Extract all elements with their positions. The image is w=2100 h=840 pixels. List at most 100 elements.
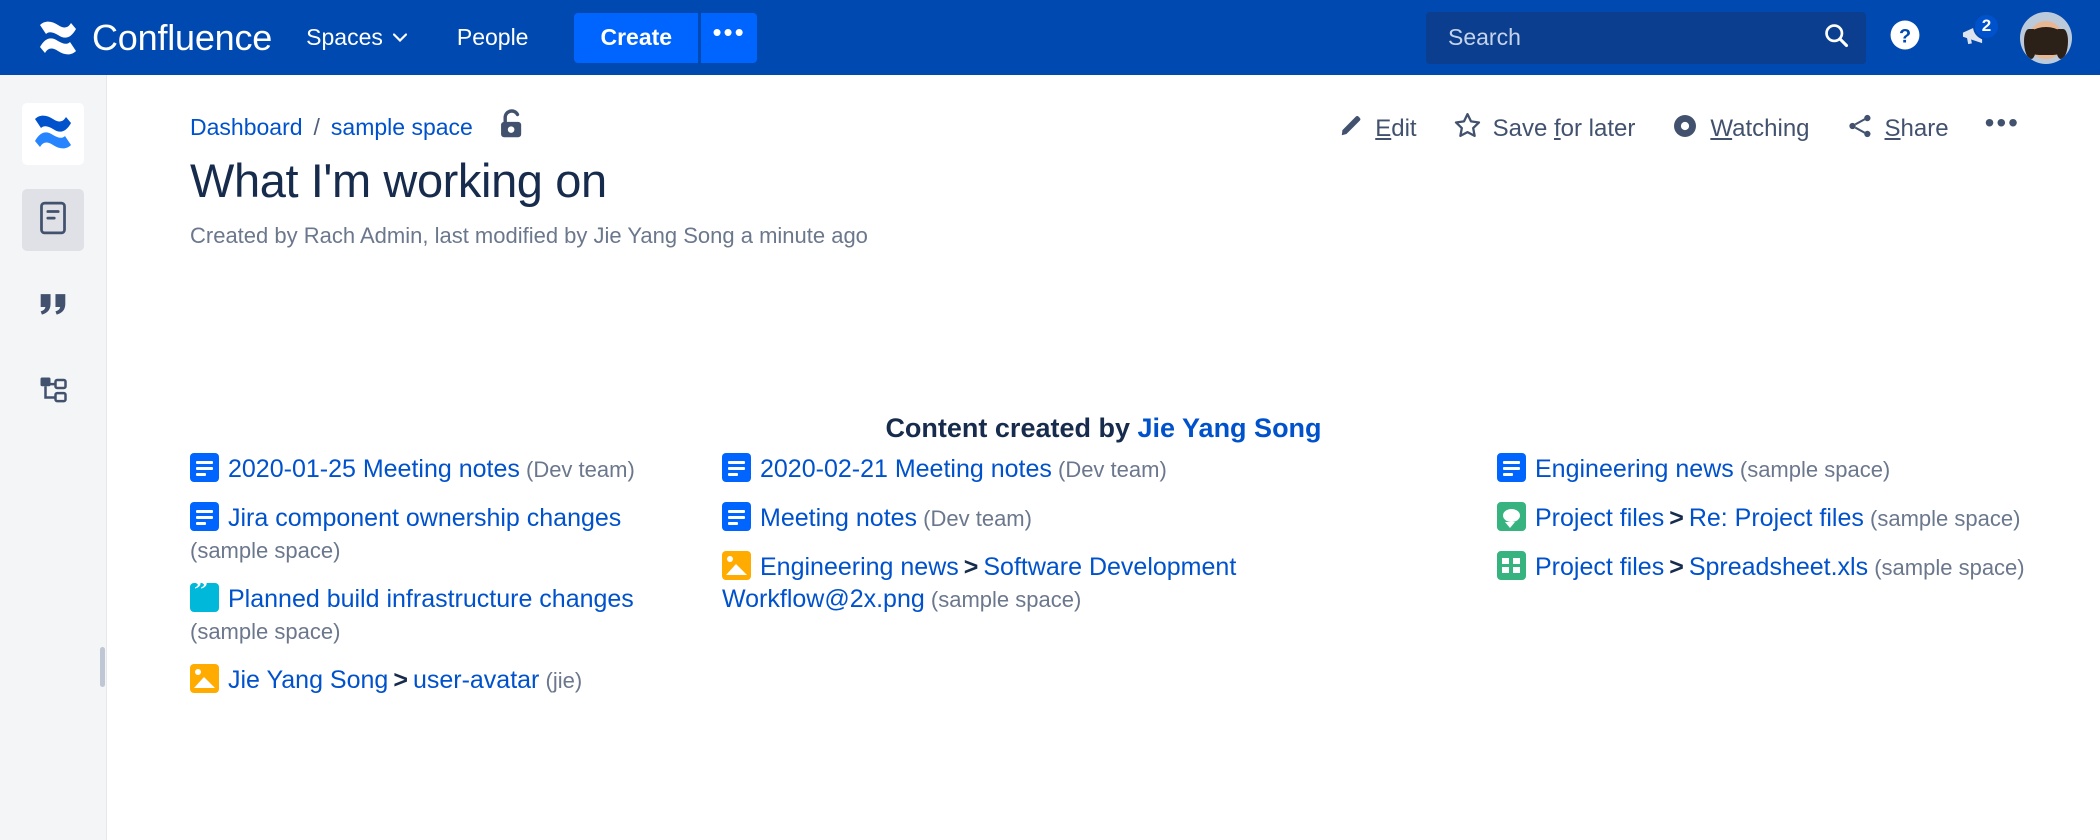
search-input[interactable] (1446, 23, 1822, 52)
content-item-separator: > (1669, 504, 1684, 532)
star-icon (1453, 111, 1482, 147)
sidebar-item-page-tree[interactable] (22, 361, 84, 423)
content-item-link[interactable]: Re: Project files (1689, 504, 1864, 532)
content-list-item: Jie Yang Song>user-avatar (jie) (190, 664, 690, 696)
avatar-hair-right (2056, 29, 2068, 59)
search-icon[interactable] (1822, 21, 1850, 54)
comment-icon (1497, 502, 1526, 531)
content-section-heading: Content created by Jie Yang Song (107, 413, 2100, 444)
content-column-2: 2020-02-21 Meeting notes (Dev team)Meeti… (722, 453, 1342, 632)
content-item-link[interactable]: Engineering news (1535, 455, 1734, 483)
create-button[interactable]: Create (574, 13, 698, 63)
nav-item-spaces[interactable]: Spaces (290, 14, 423, 61)
save-for-later-button[interactable]: Save for later (1435, 103, 1654, 155)
page-more-actions-button[interactable]: ••• (1967, 103, 2038, 155)
page-icon (38, 201, 68, 240)
help-button[interactable]: ? (1874, 7, 1936, 69)
content-list-item: Project files>Spreadsheet.xls (sample sp… (1497, 551, 2057, 583)
sidebar-item-pages[interactable] (22, 189, 84, 251)
unlocked-padlock-icon[interactable] (497, 108, 527, 147)
content-list-item: Engineering news>Software Development Wo… (722, 551, 1342, 615)
content-item-space: (sample space) (1868, 555, 2025, 580)
breadcrumb-item-space[interactable]: sample space (331, 114, 473, 141)
notifications-button[interactable]: 2 (1944, 7, 2006, 69)
image-icon (190, 664, 219, 693)
avatar-hair-left (2024, 29, 2036, 59)
page-actions-toolbar: Edit Save for later Watching (1320, 103, 2038, 155)
content-heading-author-link[interactable]: Jie Yang Song (1137, 413, 1321, 443)
blog-quote-icon (190, 583, 219, 612)
page-icon (190, 453, 219, 482)
content-item-parent-link[interactable]: Engineering news (760, 553, 959, 581)
edit-label: Edit (1375, 115, 1416, 143)
sidebar-item-blog[interactable] (22, 275, 84, 337)
content-item-space: (sample space) (1864, 506, 2021, 531)
page-metadata: Created by Rach Admin, last modified by … (190, 223, 868, 249)
create-more-button[interactable]: ••• (701, 13, 757, 63)
content-item-separator: > (964, 553, 979, 581)
share-button[interactable]: Share (1828, 104, 1967, 155)
content-item-link[interactable]: Jira component ownership changes (228, 504, 621, 532)
content-item-link[interactable]: user-avatar (413, 666, 539, 694)
content-heading-prefix: Content created by (885, 413, 1137, 443)
create-button-group: Create ••• (574, 13, 757, 63)
chevron-down-icon (393, 33, 407, 42)
share-label: Share (1885, 115, 1949, 143)
watching-label: Watching (1710, 115, 1809, 143)
pencil-icon (1338, 113, 1364, 146)
content-item-space: (sample space) (1734, 457, 1891, 482)
content-list-item: Meeting notes (Dev team) (722, 502, 1342, 534)
page-title: What I'm working on (190, 153, 607, 208)
blog-quote-icon (37, 290, 69, 323)
nav-item-people-label: People (457, 24, 529, 51)
content-item-link[interactable]: 2020-01-25 Meeting notes (228, 455, 520, 483)
content-list-item: 2020-01-25 Meeting notes (Dev team) (190, 453, 690, 485)
handle-bar-left (100, 647, 105, 687)
content-item-parent-link[interactable]: Jie Yang Song (228, 666, 388, 694)
content-item-space: (sample space) (925, 587, 1082, 612)
top-nav-right-group: ? 2 (1426, 7, 2072, 69)
space-sidebar (0, 75, 107, 840)
page-tree-icon (38, 375, 68, 410)
confluence-space-logo-icon (33, 113, 73, 156)
top-navigation-bar: Confluence Spaces People Create ••• ? (0, 0, 2100, 75)
page-icon (722, 502, 751, 531)
search-box[interactable] (1426, 12, 1866, 64)
content-list-item: 2020-02-21 Meeting notes (Dev team) (722, 453, 1342, 485)
save-for-later-label: Save for later (1493, 115, 1636, 143)
content-item-parent-link[interactable]: Project files (1535, 504, 1664, 532)
nav-item-people[interactable]: People (441, 14, 545, 61)
content-list-item: Project files>Re: Project files (sample … (1497, 502, 2057, 534)
sidebar-item-space-logo[interactable] (22, 103, 84, 165)
content-columns: 2020-01-25 Meeting notes (Dev team) Jira … (107, 453, 2100, 793)
content-item-space: (Dev team) (917, 506, 1032, 531)
content-item-parent-link[interactable]: Project files (1535, 553, 1664, 581)
content-item-space: (sample space) (190, 538, 340, 563)
content-item-link[interactable]: Spreadsheet.xls (1689, 553, 1868, 581)
watching-button[interactable]: Watching (1653, 104, 1827, 155)
spreadsheet-icon (1497, 551, 1526, 580)
help-circle-icon: ? (1888, 18, 1922, 57)
content-item-link[interactable]: Meeting notes (760, 504, 917, 532)
share-icon (1846, 112, 1874, 147)
page-icon (722, 453, 751, 482)
confluence-home-link[interactable]: Confluence (38, 19, 272, 57)
content-list-item: Planned build infrastructure changes (sa… (190, 583, 690, 647)
content-item-link[interactable]: Planned build infrastructure changes (228, 585, 634, 613)
brand-name: Confluence (92, 20, 272, 56)
breadcrumb-separator: / (314, 114, 320, 141)
svg-text:?: ? (1899, 26, 1911, 48)
notification-badge: 2 (1973, 13, 2000, 40)
image-icon (722, 551, 751, 580)
content-item-link[interactable]: 2020-02-21 Meeting notes (760, 455, 1052, 483)
nav-item-spaces-label: Spaces (306, 24, 383, 51)
user-avatar[interactable] (2020, 12, 2072, 64)
content-item-separator: > (1669, 553, 1684, 581)
page-icon (190, 502, 219, 531)
edit-button[interactable]: Edit (1320, 105, 1434, 154)
eye-icon (1671, 112, 1699, 147)
breadcrumb-item-dashboard[interactable]: Dashboard (190, 114, 303, 141)
content-item-space: (jie) (539, 668, 582, 693)
content-list-item: Engineering news (sample space) (1497, 453, 2057, 485)
confluence-logo-icon (38, 19, 78, 57)
